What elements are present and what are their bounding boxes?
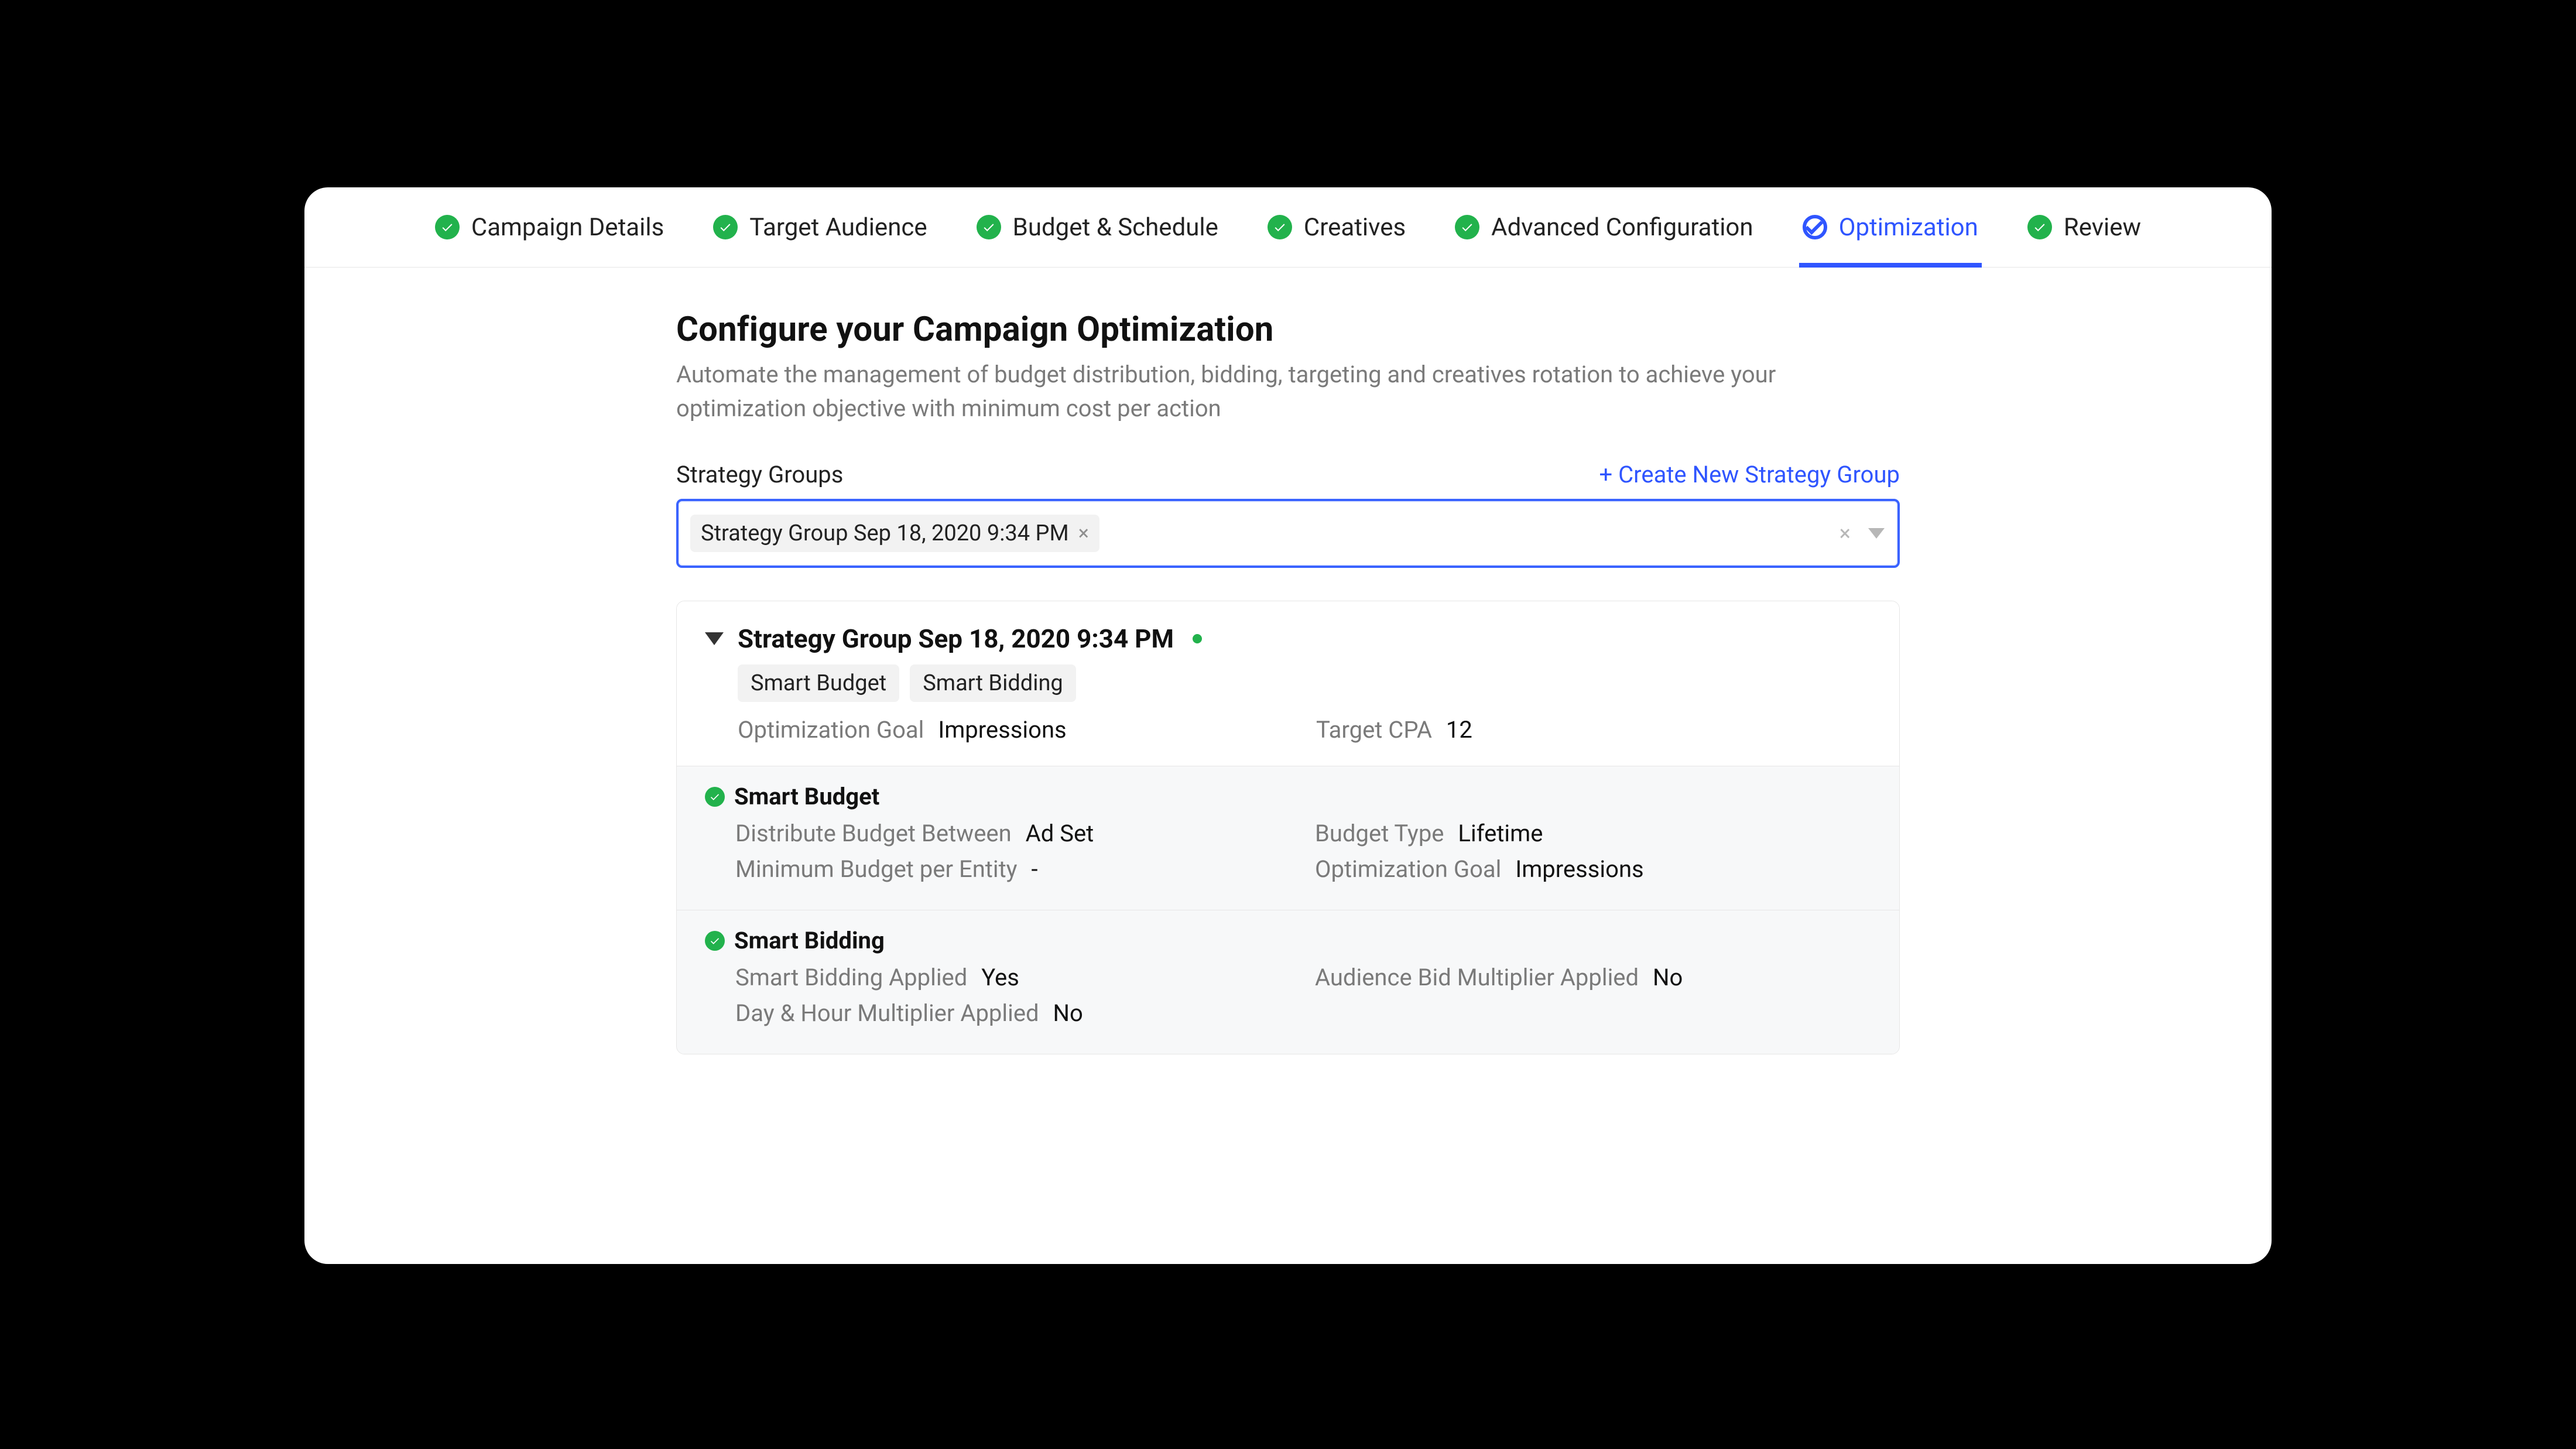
tag-smart-bidding: Smart Bidding [910, 664, 1076, 702]
kv-label: Budget Type [1315, 820, 1444, 847]
kv-value: Ad Set [1026, 820, 1094, 847]
kv-label: Smart Bidding Applied [735, 964, 967, 991]
kv-smart-bidding-applied: Smart Bidding Applied Yes [735, 964, 1292, 991]
kv-value: Lifetime [1458, 820, 1543, 847]
kv-value: Yes [981, 964, 1019, 991]
kv-value: 12 [1446, 716, 1472, 744]
kv-label: Optimization Goal [738, 716, 924, 744]
current-step-icon [1803, 215, 1827, 239]
kv-target-cpa: Target CPA 12 [1316, 716, 1871, 744]
step-target-audience[interactable]: Target Audience [710, 187, 930, 267]
kv-min-budget: Minimum Budget per Entity - [735, 855, 1292, 883]
kv-label: Audience Bid Multiplier Applied [1315, 964, 1639, 991]
chevron-down-icon[interactable] [1868, 528, 1885, 539]
check-icon [1268, 215, 1292, 239]
step-label: Target Audience [749, 213, 927, 242]
kv-value: Impressions [1515, 855, 1643, 883]
section-title: Smart Budget [734, 783, 879, 810]
step-label: Creatives [1304, 213, 1406, 242]
kv-value: No [1053, 999, 1083, 1027]
clear-select-icon[interactable]: × [1839, 521, 1851, 546]
step-campaign-details[interactable]: Campaign Details [431, 187, 667, 267]
step-label: Advanced Configuration [1491, 213, 1753, 242]
page-subtitle: Automate the management of budget distri… [676, 358, 1824, 426]
title-bold: Optimization [1077, 310, 1273, 350]
check-icon [435, 215, 460, 239]
tag-smart-budget: Smart Budget [738, 664, 899, 702]
step-label: Budget & Schedule [1013, 213, 1218, 242]
kv-value: No [1653, 964, 1683, 991]
kv-optimization-goal-2: Optimization Goal Impressions [1315, 855, 1871, 883]
tag-row: Smart Budget Smart Bidding [738, 664, 1871, 702]
step-advanced-configuration[interactable]: Advanced Configuration [1451, 187, 1756, 267]
section-title: Smart Bidding [734, 927, 885, 954]
step-budget-schedule[interactable]: Budget & Schedule [973, 187, 1222, 267]
check-icon [977, 215, 1001, 239]
step-label: Campaign Details [471, 213, 664, 242]
steps-bar: Campaign Details Target Audience Budget … [304, 187, 2272, 268]
step-label: Review [2064, 213, 2141, 242]
kv-label: Distribute Budget Between [735, 820, 1012, 847]
section-smart-budget: Smart Budget Distribute Budget Between A… [677, 766, 1899, 910]
create-strategy-group-link[interactable]: + Create New Strategy Group [1599, 461, 1900, 488]
step-creatives[interactable]: Creatives [1264, 187, 1409, 267]
check-icon [2027, 215, 2052, 239]
card-title: Strategy Group Sep 18, 2020 9:34 PM [738, 624, 1174, 654]
title-prefix: Configure your Campaign [676, 310, 1077, 350]
strategy-groups-label: Strategy Groups [676, 461, 843, 488]
kv-optimization-goal: Optimization Goal Impressions [738, 716, 1293, 744]
chip-label: Strategy Group Sep 18, 2020 9:34 PM [701, 520, 1069, 546]
kv-label: Target CPA [1316, 716, 1432, 744]
check-icon [705, 931, 725, 951]
section-smart-bidding: Smart Bidding Smart Bidding Applied Yes … [677, 910, 1899, 1054]
step-review[interactable]: Review [2024, 187, 2145, 267]
strategy-card: Strategy Group Sep 18, 2020 9:34 PM Smar… [676, 601, 1900, 1054]
kv-label: Minimum Budget per Entity [735, 855, 1018, 883]
kv-value: - [1032, 855, 1038, 883]
kv-label: Optimization Goal [1315, 855, 1501, 883]
remove-chip-icon[interactable]: × [1078, 523, 1089, 543]
selected-strategy-chip[interactable]: Strategy Group Sep 18, 2020 9:34 PM × [690, 515, 1099, 552]
kv-label: Day & Hour Multiplier Applied [735, 999, 1039, 1027]
strategy-group-select[interactable]: Strategy Group Sep 18, 2020 9:34 PM × × [676, 499, 1900, 568]
page-title: Configure your Campaign Optimization [676, 310, 1900, 350]
status-dot-icon [1193, 634, 1202, 643]
kv-audience-bid-multiplier: Audience Bid Multiplier Applied No [1315, 964, 1871, 991]
kv-empty [1315, 999, 1871, 1027]
kv-budget-type: Budget Type Lifetime [1315, 820, 1871, 847]
check-icon [1455, 215, 1479, 239]
kv-value: Impressions [938, 716, 1066, 744]
step-optimization[interactable]: Optimization [1799, 187, 1982, 267]
kv-distribute-between: Distribute Budget Between Ad Set [735, 820, 1292, 847]
collapse-icon[interactable] [705, 632, 724, 645]
check-icon [713, 215, 738, 239]
kv-day-hour-multiplier: Day & Hour Multiplier Applied No [735, 999, 1292, 1027]
step-label: Optimization [1839, 213, 1978, 242]
content: Configure your Campaign Optimization Aut… [653, 310, 1923, 1054]
check-icon [705, 787, 725, 807]
main-panel: Campaign Details Target Audience Budget … [304, 187, 2272, 1264]
